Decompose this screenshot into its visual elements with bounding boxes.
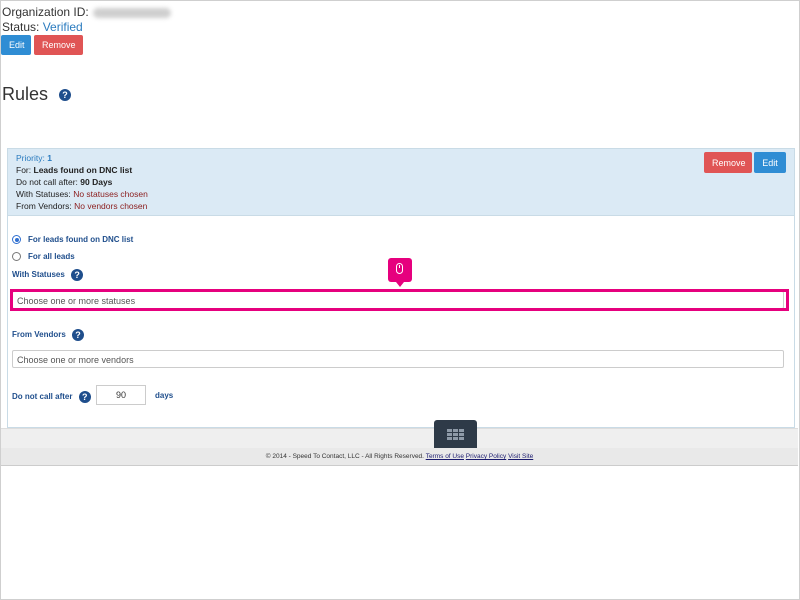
rule-dnc-after: Do not call after: 90 Days — [16, 177, 112, 188]
from-vendors-text: From Vendors — [12, 330, 66, 340]
vendors-select[interactable]: Choose one or more vendors — [12, 350, 784, 368]
with-statuses-value: No statuses chosen — [73, 189, 148, 199]
status-verified: Verified — [42, 20, 83, 34]
org-edit-button[interactable]: Edit — [1, 35, 31, 55]
rule-edit-button[interactable]: Edit — [754, 152, 786, 173]
rule-from-vendors: From Vendors: No vendors chosen — [16, 201, 147, 212]
help-icon[interactable]: ? — [78, 391, 91, 403]
radio-all-button[interactable] — [12, 252, 21, 262]
help-icon[interactable]: ? — [71, 269, 84, 281]
dnc-after-field-label: Do not call after ? — [12, 391, 91, 403]
footer-bar — [1, 428, 798, 449]
with-statuses-field-label: With Statuses ? — [12, 269, 84, 281]
rule-for: For: Leads found on DNC list — [16, 165, 132, 176]
radio-dnc-option[interactable]: For leads found on DNC list — [12, 235, 134, 245]
dnc-after-label: Do not call after: — [16, 177, 78, 187]
footer-copyright: © 2014 - Speed To Contact, LLC - All Rig… — [265, 453, 424, 460]
terms-link[interactable]: Terms of Use — [426, 453, 464, 460]
mouse-icon — [396, 263, 403, 274]
apps-grid-button[interactable] — [434, 420, 477, 449]
dnc-after-value: 90 Days — [80, 177, 113, 187]
days-input[interactable]: 90 — [96, 385, 146, 405]
from-vendors-value: No vendors chosen — [74, 201, 148, 211]
from-vendors-label: From Vendors: — [16, 201, 72, 211]
privacy-link[interactable]: Privacy Policy — [466, 453, 506, 460]
organization-id-redacted — [92, 7, 171, 18]
rule-priority: Priority: 1 — [16, 153, 52, 164]
footer: © 2014 - Speed To Contact, LLC - All Rig… — [1, 448, 798, 466]
help-icon[interactable]: ? — [72, 329, 85, 341]
for-value: Leads found on DNC list — [33, 165, 133, 175]
organization-id: Organization ID: — [2, 4, 171, 20]
radio-dnc-button[interactable] — [12, 235, 21, 245]
radio-all-label: For all leads — [28, 252, 75, 261]
with-statuses-text: With Statuses — [12, 270, 65, 280]
help-icon[interactable]: ? — [59, 89, 72, 102]
from-vendors-field-label: From Vendors ? — [12, 329, 85, 341]
organization-status: Status: Verified — [2, 19, 83, 35]
statuses-select-highlight — [10, 289, 789, 311]
rules-heading: Rules ? — [2, 84, 72, 105]
rule-with-statuses: With Statuses: No statuses chosen — [16, 189, 148, 200]
radio-dnc-label: For leads found on DNC list — [28, 235, 134, 244]
for-label: For: — [16, 165, 32, 175]
rule-card-header: Priority: 1 For: Leads found on DNC list… — [8, 149, 794, 216]
mouse-click-indicator — [388, 258, 412, 287]
with-statuses-label: With Statuses: — [16, 189, 71, 199]
rules-title: Rules — [2, 84, 49, 104]
priority-label: Priority: — [16, 153, 45, 163]
grid-icon — [447, 429, 464, 440]
priority-value: 1 — [47, 153, 52, 163]
organization-id-label: Organization ID: — [2, 5, 89, 19]
days-unit-label: days — [155, 391, 174, 400]
status-label: Status: — [2, 20, 40, 34]
radio-all-option[interactable]: For all leads — [12, 252, 75, 262]
visit-site-link[interactable]: Visit Site — [508, 453, 533, 460]
org-remove-button[interactable]: Remove — [34, 35, 83, 55]
dnc-after-text: Do not call after — [12, 392, 73, 402]
rule-remove-button[interactable]: Remove — [704, 152, 752, 173]
